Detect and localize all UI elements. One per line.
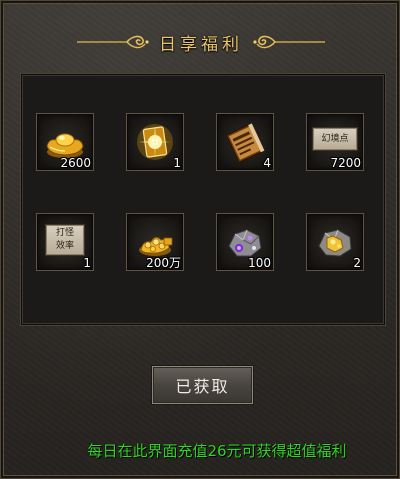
reward-count: 200万 bbox=[146, 256, 181, 270]
book-icon bbox=[225, 123, 265, 164]
gold-ore-icon bbox=[318, 229, 352, 257]
reward-count: 2600 bbox=[60, 156, 91, 170]
reward-count: 100 bbox=[248, 256, 271, 270]
reward-grid: 2600 1 4 幻境点 7200 打怪 效率 1 200万 100 2 bbox=[21, 74, 385, 325]
reward-slot-book[interactable]: 4 bbox=[216, 113, 274, 171]
reward-slot-glowing-card[interactable]: 1 bbox=[126, 113, 184, 171]
reward-slot-monster-efficiency[interactable]: 打怪 效率 1 bbox=[36, 213, 94, 271]
illusion-points-icon: 幻境点 bbox=[312, 127, 358, 151]
claimed-button[interactable]: 已获取 bbox=[151, 365, 254, 405]
right-flourish-icon bbox=[253, 35, 325, 49]
page-title: 日享福利 bbox=[159, 34, 243, 55]
reward-count: 1 bbox=[173, 156, 181, 170]
reward-slot-gold-ore[interactable]: 2 bbox=[306, 213, 364, 271]
reward-count: 4 bbox=[263, 156, 271, 170]
reward-slot-purple-ore[interactable]: 100 bbox=[216, 213, 274, 271]
daily-welfare-panel: 日享福利 2600 1 4 幻境点 7200 打怪 效率 1 200万 100 … bbox=[0, 0, 400, 479]
glowing-card-icon bbox=[137, 124, 173, 160]
reward-slot-gold-pile[interactable]: 200万 bbox=[126, 213, 184, 271]
reward-count: 7200 bbox=[330, 156, 361, 170]
reward-count: 1 bbox=[83, 256, 91, 270]
reward-slot-illusion-points[interactable]: 幻境点 7200 bbox=[306, 113, 364, 171]
title-bar: 日享福利 bbox=[1, 27, 400, 57]
reward-count: 2 bbox=[353, 256, 361, 270]
reward-slot-gold-ingot[interactable]: 2600 bbox=[36, 113, 94, 171]
monster-efficiency-icon: 打怪 效率 bbox=[45, 224, 85, 256]
left-flourish-icon bbox=[77, 35, 149, 49]
recharge-promo-text: 每日在此界面充值26元可获得超值福利 bbox=[87, 442, 347, 460]
